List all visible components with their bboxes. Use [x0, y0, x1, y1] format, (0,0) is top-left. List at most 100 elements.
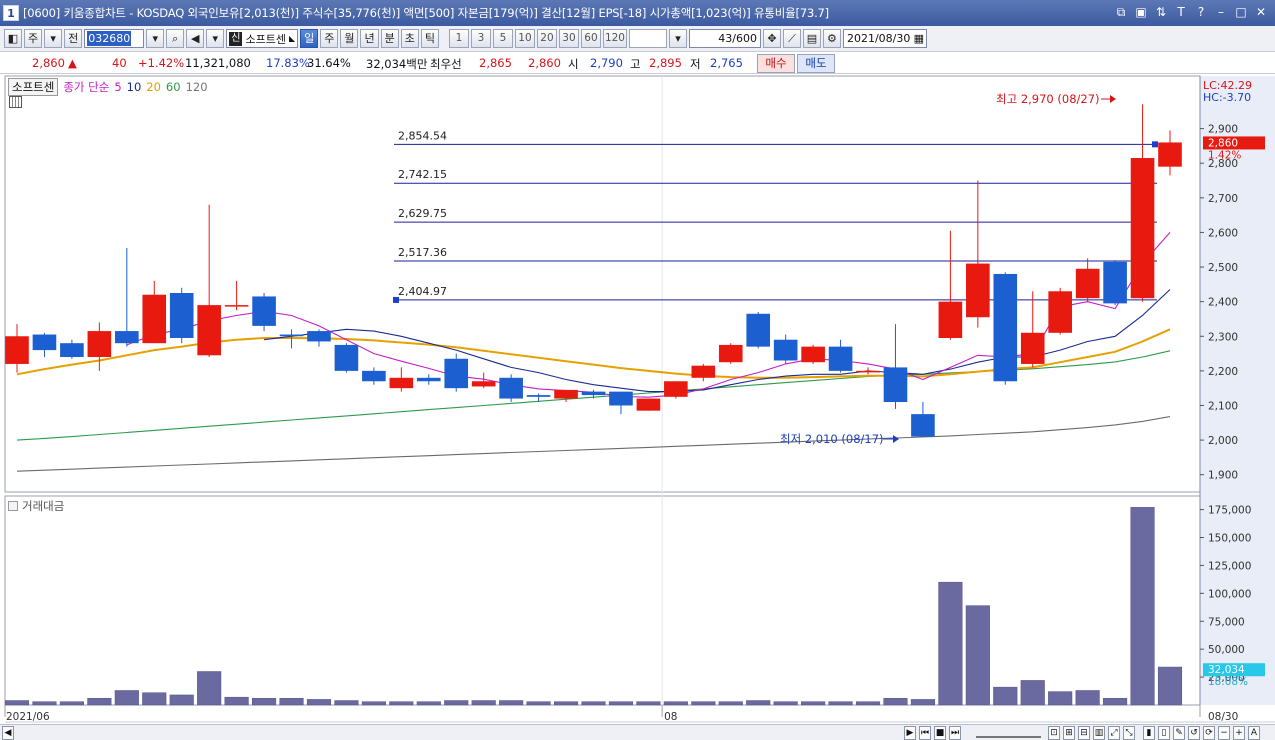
- save-icon[interactable]: ▤: [802, 29, 821, 48]
- volume-bar: [32, 701, 57, 706]
- expand-icon[interactable]: ⤢: [1108, 726, 1120, 740]
- price-tick-label: 2,700: [1208, 193, 1238, 205]
- date-input[interactable]: 2021/08/30 ▦: [842, 29, 927, 48]
- legend-stock-name[interactable]: 소프트센: [8, 78, 59, 96]
- stop-icon[interactable]: ■: [934, 726, 946, 740]
- chevron-down-icon[interactable]: ▾: [668, 29, 687, 48]
- chevron-down-icon[interactable]: ▾: [146, 29, 165, 48]
- stock-name-box[interactable]: 신 소프트센 ◣: [226, 29, 299, 48]
- fit-icon[interactable]: ⊟: [1078, 726, 1090, 740]
- period-second[interactable]: 초: [400, 29, 419, 48]
- scroll-right-icon[interactable]: ▶: [904, 726, 916, 740]
- legend-ma-label: 종가 단순: [63, 80, 110, 94]
- sell-button[interactable]: 매도: [797, 54, 835, 73]
- candle-body: [142, 294, 167, 344]
- high-arrow-head: [1110, 95, 1116, 103]
- candle-body: [389, 377, 414, 389]
- bar-icon[interactable]: ▮: [1143, 726, 1155, 740]
- text-icon[interactable]: T: [1173, 4, 1189, 21]
- zoom-range-icon[interactable]: ⊞: [1063, 726, 1075, 740]
- price-volume-chart[interactable]: 1,900 2,000 2,100 2,200 2,300 2,400 2,500 2,600…: [0, 74, 1275, 740]
- draw-icon[interactable]: ⟋: [782, 29, 801, 48]
- plus-icon[interactable]: +: [1233, 726, 1245, 740]
- candle-body: [32, 334, 57, 351]
- candle-body: [883, 367, 908, 403]
- calendar-icon[interactable]: ▦: [914, 30, 924, 47]
- legend-ma60: 60: [165, 80, 181, 94]
- chevron-down-icon[interactable]: ▾: [44, 29, 63, 48]
- font-size-icon[interactable]: A: [1248, 726, 1260, 740]
- buy-button[interactable]: 매수: [757, 54, 795, 73]
- period-minute[interactable]: 분: [380, 29, 399, 48]
- chevron-down-icon[interactable]: ▾: [206, 29, 225, 48]
- layout-icon[interactable]: ◧: [4, 29, 22, 48]
- interval-30[interactable]: 30: [558, 29, 579, 48]
- search-icon[interactable]: ⌕: [166, 29, 185, 48]
- candle-body: [60, 343, 84, 358]
- interval-1[interactable]: 1: [448, 29, 469, 48]
- maximize-icon[interactable]: □: [1233, 4, 1249, 21]
- price-tick-label: 2,000: [1208, 435, 1238, 447]
- minimize-icon[interactable]: –: [1213, 4, 1229, 21]
- volume-bar: [416, 701, 441, 706]
- shrink-icon[interactable]: ⤡: [1123, 726, 1135, 740]
- interval-custom-input[interactable]: [628, 29, 667, 48]
- interval-10[interactable]: 10: [514, 29, 535, 48]
- volume-bar: [526, 701, 551, 706]
- interval-3[interactable]: 3: [470, 29, 491, 48]
- grid-table-icon[interactable]: [9, 96, 22, 108]
- help-icon[interactable]: ?: [1193, 4, 1209, 21]
- quote-bar: 2,860 ▲ 40 +1.42% 11,321,080 17.83% 31.6…: [0, 52, 1275, 74]
- stock-code-input[interactable]: 032680: [84, 29, 145, 48]
- interval-120[interactable]: 120: [602, 29, 627, 48]
- candle-body: [362, 370, 386, 382]
- volume-bar: [389, 701, 414, 706]
- lock-icon[interactable]: ▣: [1133, 4, 1149, 21]
- chart-type-icon[interactable]: ▥: [1093, 726, 1105, 740]
- period-year[interactable]: 년: [360, 29, 379, 48]
- candle-body: [1130, 158, 1155, 299]
- line-icon[interactable]: ▯: [1158, 726, 1170, 740]
- turnover-rate: 31.64%: [307, 56, 351, 70]
- last-icon[interactable]: ⏭: [949, 726, 961, 740]
- scroll-bar[interactable]: ◀ ▶ ⏮ ■ ⏭ ⊡ ⊞ ⊟ ▥ ⤢ ⤡ ▮ ▯ ✎ ↺ ⟳ − + A: [0, 724, 1275, 740]
- close-icon[interactable]: ✕: [1253, 4, 1269, 21]
- volume-bar: [910, 699, 935, 706]
- minus-icon[interactable]: −: [1218, 726, 1230, 740]
- data-count[interactable]: 43/600: [688, 29, 761, 48]
- first-icon[interactable]: ⏮: [919, 726, 931, 740]
- crosshair-icon[interactable]: ✥: [762, 29, 781, 48]
- price-tick-label: 2,600: [1208, 227, 1238, 239]
- link-icon[interactable]: ⧉: [1113, 4, 1129, 21]
- interval-5[interactable]: 5: [492, 29, 513, 48]
- candle-body: [526, 395, 551, 397]
- period-week[interactable]: 주: [320, 29, 339, 48]
- volume-bar: [663, 701, 688, 706]
- candle-body: [499, 377, 523, 399]
- zoom-fit-icon[interactable]: ⊡: [1048, 726, 1060, 740]
- period-tick[interactable]: 틱: [420, 29, 439, 48]
- legend-ma5: 5: [114, 80, 122, 94]
- candle-body: [636, 398, 661, 411]
- gear-icon[interactable]: ⚙: [822, 29, 841, 48]
- zoom-slider[interactable]: [976, 727, 1041, 738]
- interval-60[interactable]: 60: [580, 29, 601, 48]
- pen-icon[interactable]: ✎: [1173, 726, 1185, 740]
- change-value: 40: [112, 56, 127, 70]
- type-select[interactable]: 주: [24, 29, 43, 48]
- split-icon[interactable]: ⇅: [1153, 4, 1169, 21]
- chart-area[interactable]: 1,900 2,000 2,100 2,200 2,300 2,400 2,500 2,600…: [0, 74, 1275, 740]
- candle-body: [5, 336, 29, 364]
- speaker-icon[interactable]: ◀: [186, 29, 205, 48]
- volume-bar: [938, 581, 963, 706]
- volume-legend-label: 거래대금: [22, 499, 65, 513]
- scroll-left-icon[interactable]: ◀: [2, 726, 14, 740]
- history-icon[interactable]: ↺: [1188, 726, 1200, 740]
- interval-20[interactable]: 20: [536, 29, 557, 48]
- refresh-icon[interactable]: ⟳: [1203, 726, 1215, 740]
- period-month[interactable]: 월: [340, 29, 359, 48]
- candle-body: [911, 414, 935, 437]
- volume-legend-box[interactable]: [8, 501, 18, 511]
- prev-button[interactable]: 전: [64, 29, 83, 48]
- period-day[interactable]: 일: [300, 29, 319, 48]
